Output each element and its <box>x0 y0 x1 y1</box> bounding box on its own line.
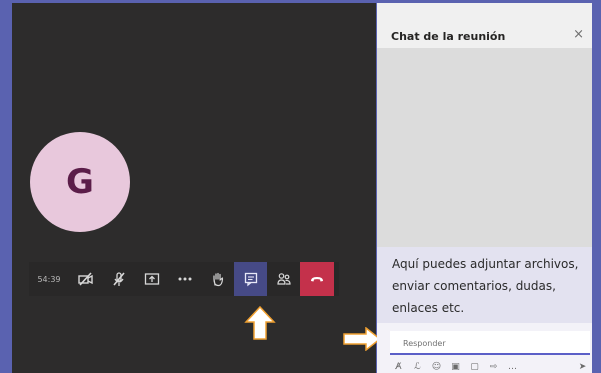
more-icon <box>178 277 191 281</box>
compose-area: Responder A̸ ℒ ☺ ▣ ▢ ⇨ … ➤ <box>377 323 592 373</box>
reply-input[interactable]: Responder <box>390 331 590 355</box>
arrow-right-annotation <box>343 327 382 351</box>
compose-toolbar: A̸ ℒ ☺ ▣ ▢ ⇨ … ➤ <box>393 361 588 373</box>
close-icon[interactable]: × <box>573 28 584 42</box>
chat-title: Chat de la reunión <box>391 30 506 43</box>
format-icon[interactable]: A̸ <box>393 361 404 373</box>
hang-up-button[interactable] <box>300 262 334 296</box>
sticker-icon[interactable]: ▢ <box>469 361 480 373</box>
chat-note-text: Aquí puedes adjuntar archivos, enviar co… <box>392 257 579 315</box>
call-toolbar: 54:39 <box>29 262 339 296</box>
mic-off-icon <box>112 272 125 286</box>
call-timer: 54:39 <box>37 274 61 284</box>
meeting-stage: G 54:39 <box>12 3 382 373</box>
attach-icon[interactable]: ℒ <box>412 361 423 373</box>
emoji-icon[interactable]: ☺ <box>431 361 442 373</box>
phone-hangup-icon <box>311 277 323 282</box>
chat-icon <box>244 272 257 287</box>
more-button[interactable] <box>168 262 201 296</box>
avatar-initial: G <box>66 162 94 202</box>
share-button[interactable] <box>135 262 168 296</box>
chat-panel: Chat de la reunión × Aquí puedes adjunta… <box>377 3 592 373</box>
mic-off-button[interactable] <box>102 262 135 296</box>
raise-hand-button[interactable] <box>201 262 234 296</box>
chat-button[interactable] <box>234 262 267 296</box>
gif-icon[interactable]: ▣ <box>450 361 461 373</box>
share-screen-icon <box>144 273 159 285</box>
chat-panel-header: Chat de la reunión × <box>377 3 592 48</box>
hand-icon <box>212 272 223 287</box>
arrow-up-annotation <box>244 305 276 340</box>
avatar: G <box>30 132 130 232</box>
participants-button[interactable] <box>267 262 300 296</box>
chat-note: Aquí puedes adjuntar archivos, enviar co… <box>377 247 592 323</box>
people-icon <box>276 273 291 285</box>
send-icon[interactable]: ➤ <box>577 361 588 373</box>
more-icon[interactable]: … <box>507 361 518 373</box>
camera-off-button[interactable] <box>69 262 102 296</box>
schedule-icon[interactable]: ⇨ <box>488 361 499 373</box>
video-off-icon <box>77 272 93 286</box>
